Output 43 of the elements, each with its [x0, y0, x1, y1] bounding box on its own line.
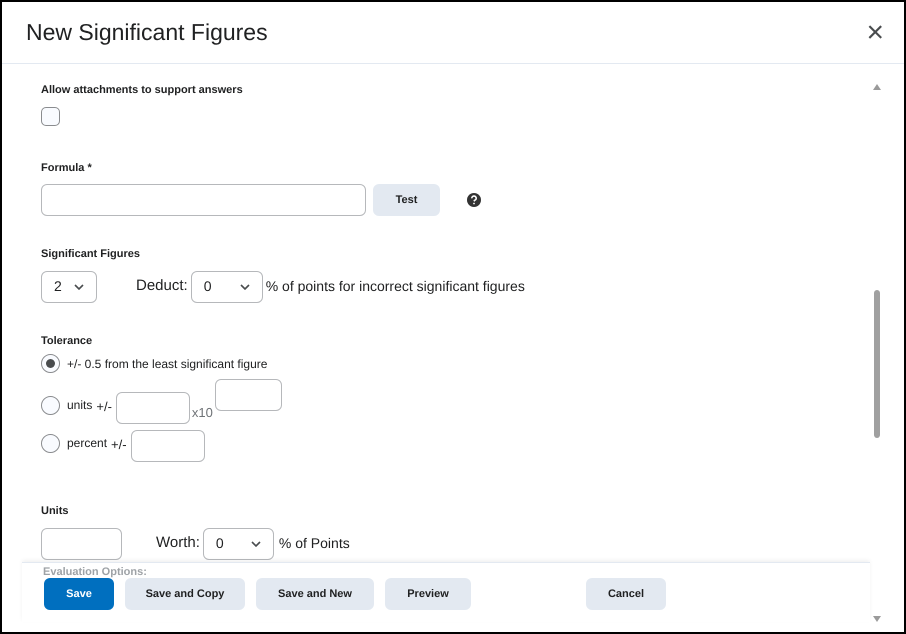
field-label: Worth: [156, 533, 200, 554]
dropdown[interactable]: 0 [190, 270, 263, 302]
section-label: Evaluation Options: [43, 565, 147, 580]
chevron-down-icon [240, 284, 250, 290]
dropdown[interactable]: 2 [41, 270, 97, 302]
footer-button[interactable]: Save and New [256, 578, 374, 610]
field-label: Significant Figures [41, 247, 142, 262]
radio-button[interactable] [41, 396, 60, 414]
option-label: +/- 0.5 from the least significant figure [67, 356, 268, 372]
field-label: Formula * [41, 160, 93, 176]
footer-button[interactable]: Save [44, 578, 114, 610]
scroll-up-icon[interactable] [873, 84, 881, 90]
field-label: Deduct: [136, 276, 188, 296]
chevron-down-icon [250, 540, 261, 546]
input-field[interactable] [116, 392, 190, 424]
field-label: x10 [192, 404, 213, 422]
footer-button[interactable]: Preview [385, 578, 471, 610]
chevron-down-icon [74, 284, 84, 290]
help-icon[interactable] [467, 193, 481, 207]
dropdown[interactable]: 0 [202, 528, 274, 560]
field-label: % of points for incorrect significant figures [266, 277, 525, 296]
field-label: +/- [111, 436, 127, 454]
field-label: Units [41, 504, 70, 519]
option-label: percent [67, 435, 108, 452]
radio-button[interactable] [41, 434, 60, 452]
input-field[interactable] [41, 528, 122, 560]
field-label: +/- [96, 398, 112, 416]
close-button[interactable]: × [866, 18, 884, 48]
footer-button[interactable]: Save and Copy [125, 578, 245, 610]
radio-button[interactable] [41, 354, 60, 373]
input-field[interactable] [214, 379, 282, 411]
dialog-title: New Significant Figures [26, 18, 268, 48]
input-field[interactable] [41, 184, 366, 216]
scroll-down-icon[interactable] [873, 616, 881, 622]
field-label: % of Points [278, 534, 350, 553]
input-field[interactable] [130, 430, 205, 462]
test-button[interactable]: Test [373, 184, 440, 216]
option-label: units [67, 397, 92, 414]
field-label: Tolerance [41, 334, 94, 348]
scrollbar-thumb[interactable] [874, 290, 880, 438]
checkbox[interactable] [41, 106, 60, 126]
field-label: Allow attachments to support answers [41, 83, 244, 98]
footer-button[interactable]: Cancel [586, 578, 666, 610]
